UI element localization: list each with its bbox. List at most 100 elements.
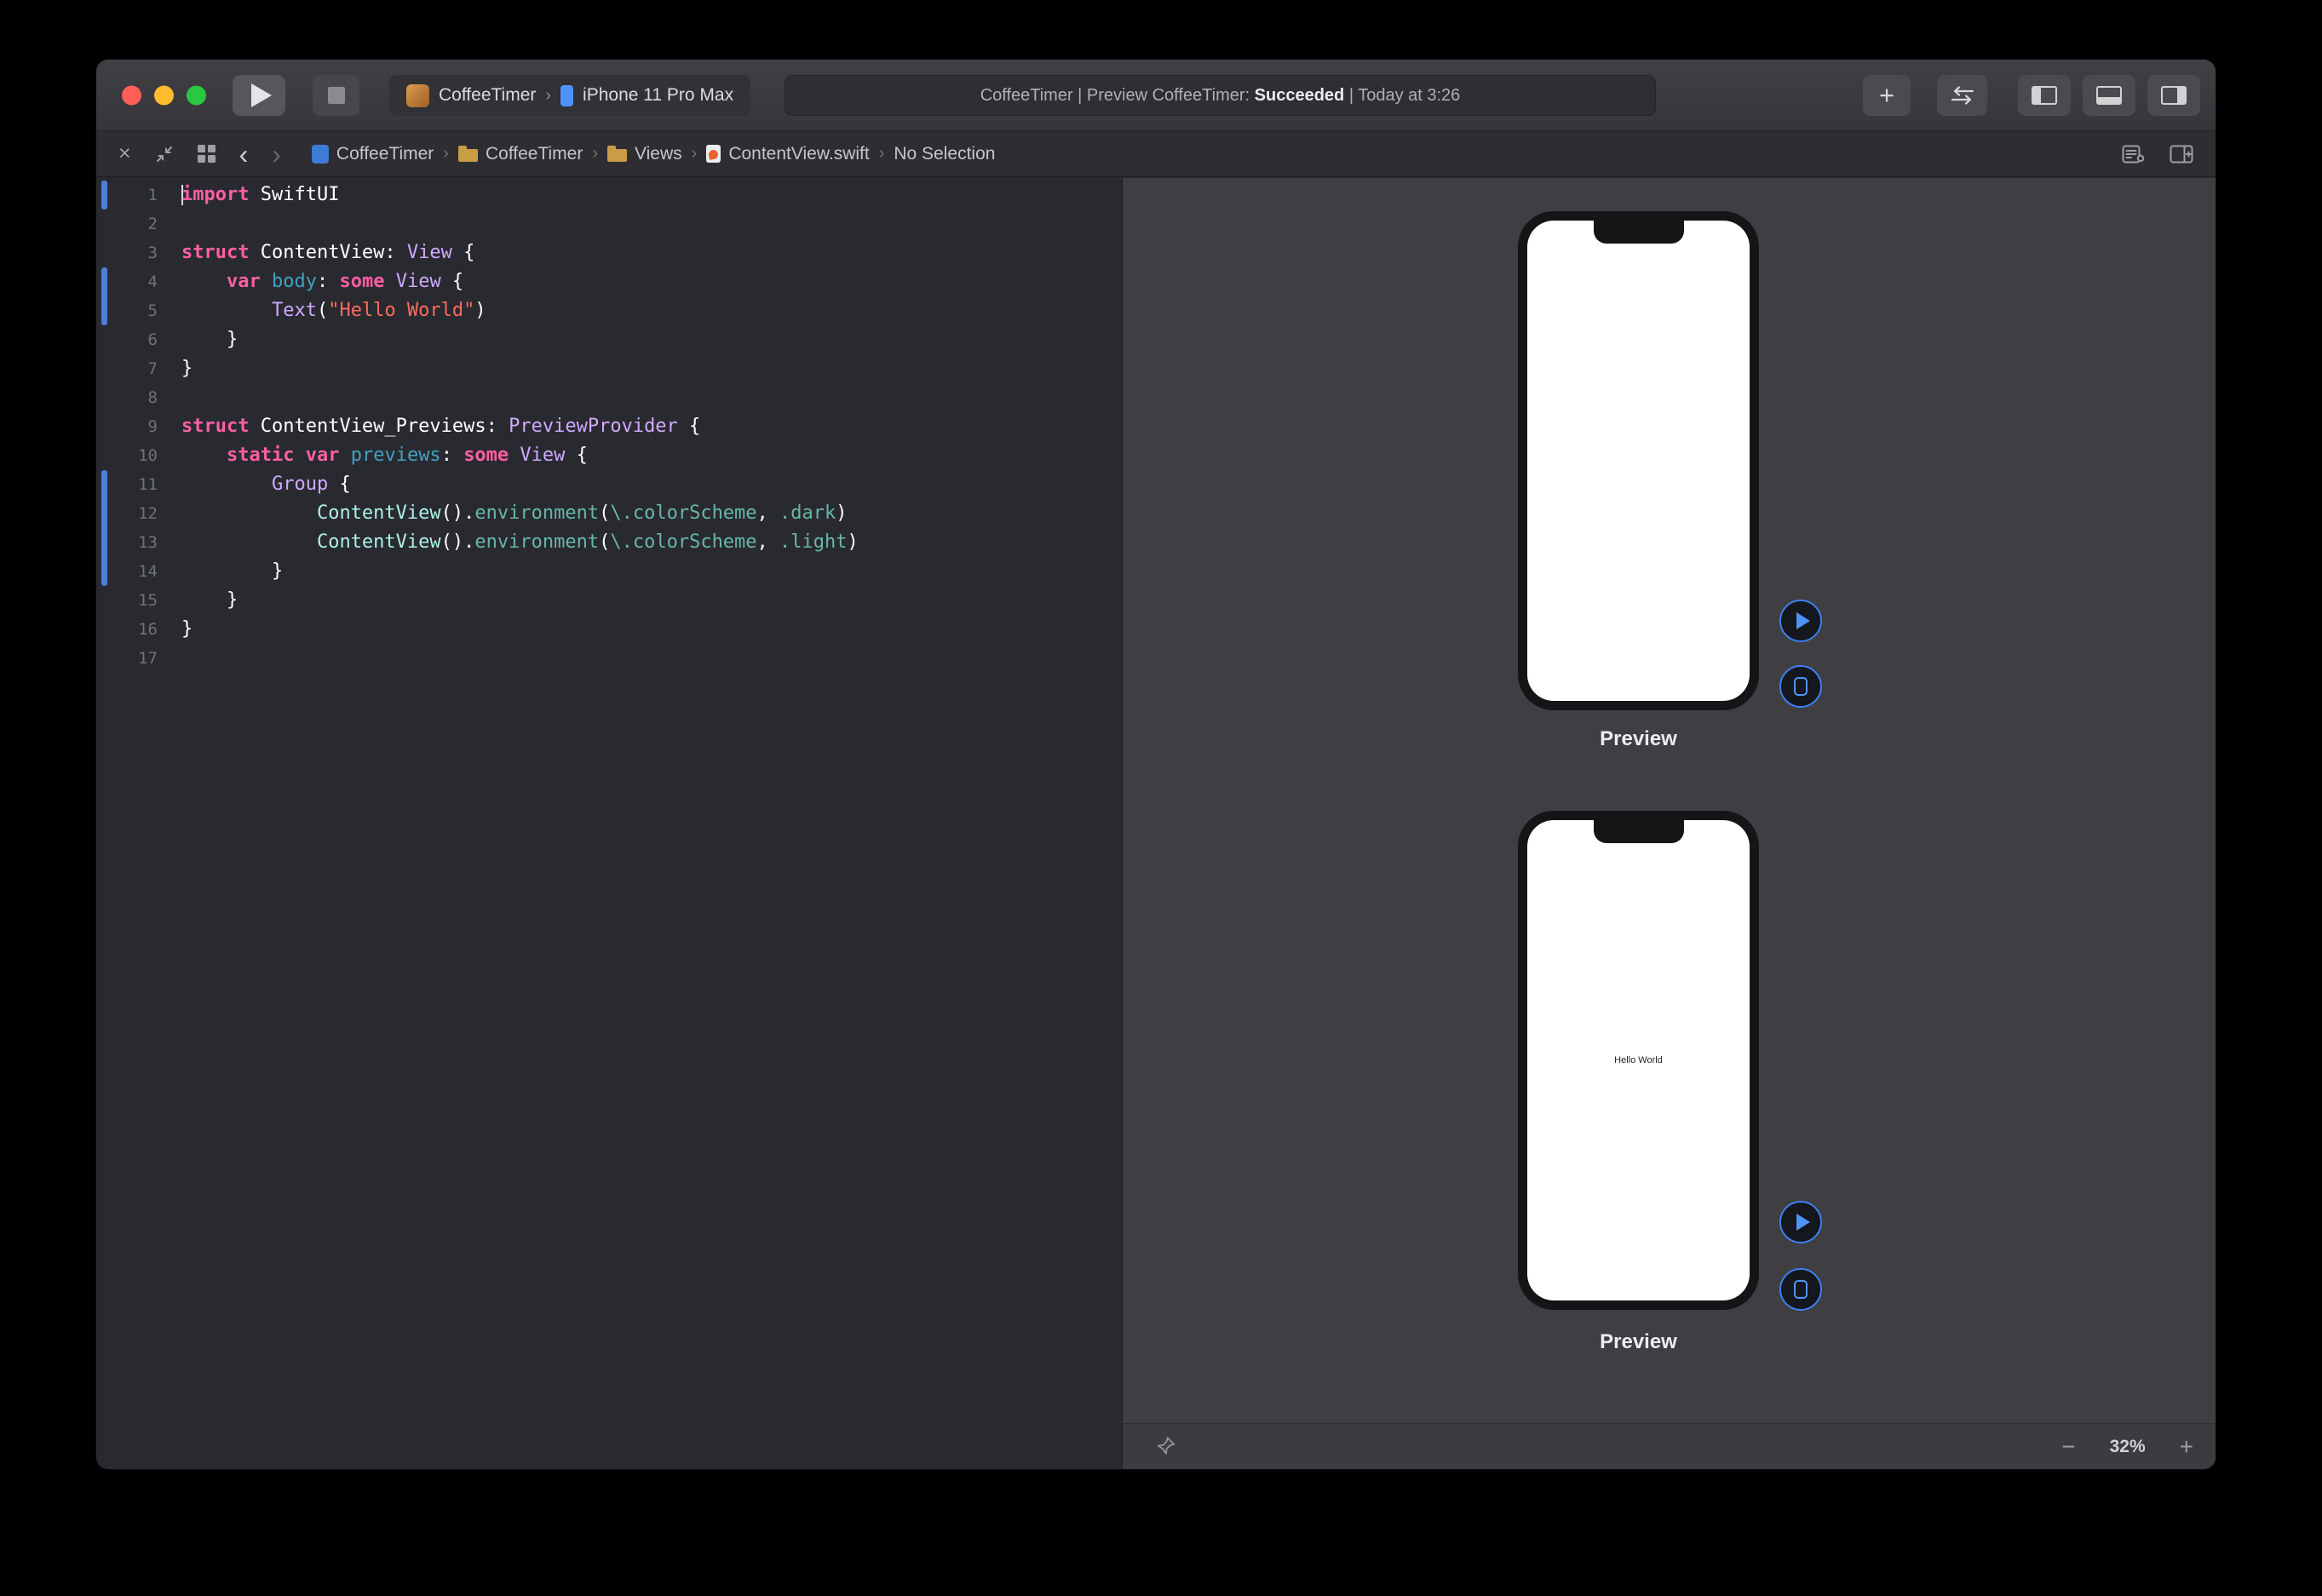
fullscreen-window-button[interactable] xyxy=(187,85,206,105)
line-number[interactable]: 14 xyxy=(96,557,158,586)
activity-status-bar[interactable]: CoffeeTimer | Preview CoffeeTimer: Succe… xyxy=(785,75,1656,116)
code-token: struct xyxy=(181,416,249,437)
line-number[interactable]: 7 xyxy=(96,354,158,383)
line-number[interactable]: 1 xyxy=(96,181,158,210)
project-icon xyxy=(312,145,329,164)
code-line[interactable]: 13 ContentView().environment(\.colorSche… xyxy=(96,528,1122,557)
breadcrumb-item-no-selection[interactable]: No Selection xyxy=(894,144,995,164)
preview-on-device-button[interactable] xyxy=(1779,665,1822,708)
run-button[interactable] xyxy=(233,75,285,116)
line-number[interactable]: 17 xyxy=(96,644,158,673)
device-screen[interactable] xyxy=(1527,221,1750,701)
pin-preview-button[interactable] xyxy=(1155,1434,1177,1459)
line-number[interactable]: 9 xyxy=(96,412,158,441)
line-number[interactable]: 5 xyxy=(96,296,158,325)
code-line[interactable]: 7} xyxy=(96,354,1122,383)
code-token: , xyxy=(757,502,780,524)
related-items-icon[interactable] xyxy=(198,145,216,163)
code-line[interactable]: 17 xyxy=(96,644,1122,673)
code-review-button[interactable] xyxy=(1937,75,1987,116)
line-number[interactable]: 15 xyxy=(96,586,158,615)
scheme-selector[interactable]: CoffeeTimer › iPhone 11 Pro Max xyxy=(389,75,750,116)
live-preview-play-button[interactable] xyxy=(1779,1201,1822,1243)
line-number[interactable]: 10 xyxy=(96,441,158,470)
code-token: ( xyxy=(317,300,328,321)
status-text: CoffeeTimer | Preview CoffeeTimer: xyxy=(980,86,1255,106)
code-line[interactable]: 1import SwiftUI xyxy=(96,181,1122,210)
code-token: : xyxy=(317,271,340,292)
status-time: | Today at 3:26 xyxy=(1344,86,1460,106)
breadcrumb-item-coffeetimer[interactable]: CoffeeTimer xyxy=(458,144,583,164)
code-line[interactable]: 5 Text("Hello World") xyxy=(96,296,1122,325)
code-line[interactable]: 8 xyxy=(96,383,1122,412)
preview-on-device-button[interactable] xyxy=(1779,1268,1822,1311)
code-token: { xyxy=(441,271,464,292)
breadcrumb-separator-icon: › xyxy=(443,144,449,164)
code-token: ContentView_Previews: xyxy=(249,416,509,437)
go-forward-button[interactable]: › xyxy=(272,141,281,168)
line-number[interactable]: 8 xyxy=(96,383,158,412)
scheme-project-label[interactable]: CoffeeTimer xyxy=(439,85,536,106)
folder-icon xyxy=(458,149,478,162)
zoom-out-button[interactable]: − xyxy=(2061,1433,2075,1461)
grid-square xyxy=(198,145,205,152)
breadcrumb-item-views[interactable]: Views xyxy=(607,144,682,164)
code-text: struct ContentView: View { xyxy=(181,238,474,267)
code-token: ) xyxy=(836,502,847,524)
close-editor-icon[interactable]: × xyxy=(118,141,131,166)
code-token: } xyxy=(181,618,193,640)
breadcrumb-item-contentview-swift[interactable]: ContentView.swift xyxy=(706,144,869,164)
stop-button[interactable] xyxy=(313,75,359,116)
line-number[interactable]: 6 xyxy=(96,325,158,354)
code-line[interactable]: 12 ContentView().environment(\.colorSche… xyxy=(96,499,1122,528)
code-token xyxy=(181,502,317,524)
editor-options-icon[interactable] xyxy=(2122,145,2144,164)
code-line[interactable]: 6 } xyxy=(96,325,1122,354)
line-number[interactable]: 11 xyxy=(96,470,158,499)
code-token: "Hello World" xyxy=(328,300,474,321)
code-line[interactable]: 4 var body: some View { xyxy=(96,267,1122,296)
line-number[interactable]: 2 xyxy=(96,210,158,238)
live-preview-play-button[interactable] xyxy=(1779,600,1822,642)
library-button[interactable]: + xyxy=(1863,75,1911,116)
code-token: : xyxy=(441,445,464,466)
code-token xyxy=(181,445,227,466)
scheme-destination-label[interactable]: iPhone 11 Pro Max xyxy=(583,85,733,106)
line-number[interactable]: 16 xyxy=(96,615,158,644)
line-number[interactable]: 12 xyxy=(96,499,158,528)
close-window-button[interactable] xyxy=(122,85,141,105)
code-line[interactable]: 15 } xyxy=(96,586,1122,615)
go-back-button[interactable]: ‹ xyxy=(239,141,249,168)
line-number[interactable]: 13 xyxy=(96,528,158,557)
titlebar: CoffeeTimer › iPhone 11 Pro Max CoffeeTi… xyxy=(96,60,2216,131)
code-line[interactable]: 16} xyxy=(96,615,1122,644)
code-text: } xyxy=(181,557,283,586)
breadcrumb-item-coffeetimer[interactable]: CoffeeTimer xyxy=(312,144,434,164)
toggle-inspector-button[interactable] xyxy=(2147,75,2200,116)
line-number[interactable]: 3 xyxy=(96,238,158,267)
add-editor-icon[interactable] xyxy=(2170,145,2193,164)
chevron-right-icon: › xyxy=(545,86,551,106)
breadcrumb-label: No Selection xyxy=(894,144,995,164)
source-editor[interactable]: 1import SwiftUI23 struct ContentView: Vie… xyxy=(96,178,1123,1469)
code-line[interactable]: 11 Group { xyxy=(96,470,1122,499)
code-line[interactable]: 3 struct ContentView: View { xyxy=(96,238,1122,267)
code-token: struct xyxy=(181,242,249,263)
folder-icon xyxy=(607,149,627,162)
shrink-editor-icon[interactable] xyxy=(155,145,174,164)
code-line[interactable]: 9struct ContentView_Previews: PreviewPro… xyxy=(96,412,1122,441)
zoom-in-button[interactable]: + xyxy=(2180,1433,2193,1461)
code-line[interactable]: 2 xyxy=(96,210,1122,238)
line-number[interactable]: 4 xyxy=(96,267,158,296)
breadcrumb: CoffeeTimer›CoffeeTimer›Views›ContentVie… xyxy=(312,144,2122,164)
toggle-navigator-button[interactable] xyxy=(2018,75,2071,116)
zoom-controls: − 32% + xyxy=(2061,1424,2193,1469)
code-line[interactable]: 10 static var previews: some View { xyxy=(96,441,1122,470)
code-token xyxy=(181,300,272,321)
code-token: some xyxy=(339,271,384,292)
code-token: ContentView xyxy=(317,531,441,553)
code-line[interactable]: 14 } xyxy=(96,557,1122,586)
toggle-debug-area-button[interactable] xyxy=(2083,75,2135,116)
device-screen[interactable]: Hello World xyxy=(1527,820,1750,1300)
minimize-window-button[interactable] xyxy=(154,85,174,105)
